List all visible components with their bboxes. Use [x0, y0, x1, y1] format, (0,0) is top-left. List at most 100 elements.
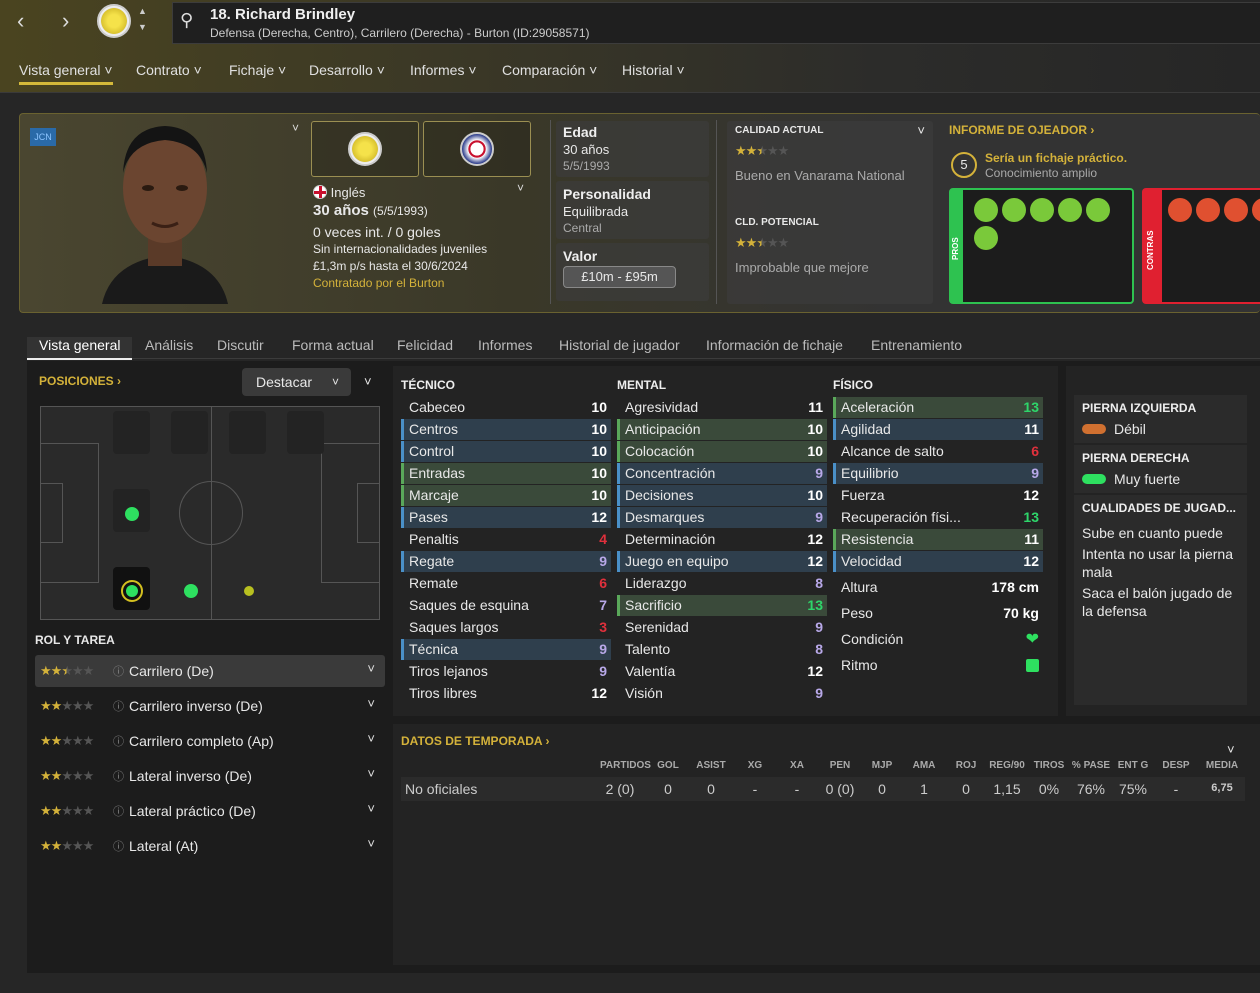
photo-menu-chevron-icon[interactable]: ˅ [292, 121, 299, 135]
role-item[interactable]: ★★★★★ ⓘ Carrilero completo (Ap) ˅ [35, 725, 385, 757]
pro-trait-icon[interactable] [974, 198, 998, 222]
position-zone[interactable] [229, 411, 266, 454]
chevron-down-icon[interactable]: ˅ [367, 661, 375, 676]
role-item[interactable]: ★★★★★ ⓘ Carrilero (De) ˅ [35, 655, 385, 687]
season-chevron-icon[interactable]: ˅ [1227, 742, 1235, 757]
con-trait-icon[interactable] [1224, 198, 1248, 222]
season-header[interactable]: MEDIA [1202, 760, 1242, 771]
value-range-pill[interactable]: £10m - £95m [563, 266, 676, 288]
tab-vista-general[interactable]: Vista general [27, 337, 133, 360]
chevron-down-icon[interactable]: ˅ [367, 731, 375, 746]
pro-trait-icon[interactable] [1002, 198, 1026, 222]
club-badge-box[interactable] [311, 121, 419, 177]
season-cell: 1,15 [993, 781, 1021, 797]
season-header[interactable]: PEN [820, 760, 860, 771]
nationality-chevron-icon[interactable]: ˅ [517, 181, 524, 195]
info-icon[interactable]: ⓘ [113, 768, 124, 784]
season-title[interactable]: DATOS DE TEMPORADA › [401, 734, 549, 748]
ability-chevron-icon[interactable]: ˅ [917, 123, 925, 138]
potential-ability-stars: ★★★★★ [735, 235, 789, 250]
attribute-row: Determinación 12 [617, 529, 827, 550]
wage-line: £1,3m p/s hasta el 30/6/2024 [313, 259, 468, 273]
season-header[interactable]: XA [777, 760, 817, 771]
chevron-down-icon[interactable]: ˅ [367, 836, 375, 851]
season-header[interactable]: PARTIDOS [600, 760, 651, 771]
con-trait-icon[interactable] [1168, 198, 1192, 222]
left-foot-value: Débil [1114, 421, 1146, 437]
position-zone[interactable] [113, 411, 150, 454]
tab-informes[interactable]: Informes [478, 337, 532, 353]
season-header[interactable]: XG [735, 760, 775, 771]
scout-report-title[interactable]: INFORME DE OJEADOR › [949, 123, 1094, 137]
attribute-name: Técnica [409, 641, 459, 657]
role-item[interactable]: ★★★★★ ⓘ Lateral inverso (De) ˅ [35, 760, 385, 792]
season-header[interactable]: % PASE [1071, 760, 1111, 771]
season-header[interactable]: ROJ [946, 760, 986, 771]
attribute-name: Equilibrio [841, 465, 899, 481]
tab-forma-actual[interactable]: Forma actual [292, 337, 374, 353]
role-item[interactable]: ★★★★★ ⓘ Carrilero inverso (De) ˅ [35, 690, 385, 722]
menu-fichaje[interactable]: Fichaje ˅ [229, 62, 286, 78]
position-dot[interactable] [184, 584, 198, 598]
attribute-row: Pases 12 [401, 507, 611, 528]
season-header[interactable]: GOL [648, 760, 688, 771]
back-arrow-icon[interactable]: ‹ [17, 8, 24, 34]
menu-historial[interactable]: Historial ˅ [622, 62, 685, 78]
info-icon[interactable]: ⓘ [113, 698, 124, 714]
season-cell: 2 (0) [605, 781, 635, 797]
con-trait-icon[interactable] [1252, 198, 1260, 222]
chevron-down-icon[interactable]: ▼ [138, 22, 147, 32]
menu-desarrollo[interactable]: Desarrollo ˅ [309, 62, 385, 78]
search-icon[interactable]: ⚲ [180, 10, 193, 31]
positions-title[interactable]: POSICIONES › [39, 374, 121, 388]
menu-vista-general[interactable]: Vista general ˅ [19, 62, 113, 85]
tab-discutir[interactable]: Discutir [217, 337, 264, 353]
tab-historial-jugador[interactable]: Historial de jugador [559, 337, 680, 353]
boot-icon [1082, 424, 1106, 434]
pro-trait-icon[interactable] [1030, 198, 1054, 222]
season-header[interactable]: ENT G [1113, 760, 1153, 771]
info-icon[interactable]: ⓘ [113, 838, 124, 854]
chevron-down-icon[interactable]: ˅ [367, 801, 375, 816]
role-item[interactable]: ★★★★★ ⓘ Lateral (At) ˅ [35, 830, 385, 862]
attribute-value: 10 [807, 487, 823, 503]
info-icon[interactable]: ⓘ [113, 803, 124, 819]
position-dot[interactable] [244, 586, 254, 596]
season-header[interactable]: MJP [862, 760, 902, 771]
season-header[interactable]: AMA [904, 760, 944, 771]
season-header[interactable]: TIROS [1029, 760, 1069, 771]
pro-trait-icon[interactable] [1086, 198, 1110, 222]
season-header[interactable]: DESP [1156, 760, 1196, 771]
position-zone[interactable] [287, 411, 324, 454]
season-cell: - [1173, 781, 1179, 797]
tab-felicidad[interactable]: Felicidad [397, 337, 453, 353]
tab-informacion-fichaje[interactable]: Información de fichaje [706, 337, 843, 353]
signed-line[interactable]: Contratado por el Burton [313, 276, 444, 290]
menu-comparacion[interactable]: Comparación ˅ [502, 62, 597, 78]
role-item[interactable]: ★★★★★ ⓘ Lateral práctico (De) ˅ [35, 795, 385, 827]
positions-chevron-icon[interactable]: ˅ [364, 374, 372, 389]
tab-analisis[interactable]: Análisis [145, 337, 193, 353]
forward-arrow-icon[interactable]: › [62, 8, 69, 34]
chevron-down-icon[interactable]: ˅ [367, 766, 375, 781]
position-zone[interactable] [171, 411, 208, 454]
menu-contrato[interactable]: Contrato ˅ [136, 62, 202, 78]
season-header[interactable]: REG/90 [987, 760, 1027, 771]
tab-entrenamiento[interactable]: Entrenamiento [871, 337, 962, 353]
natural-position-dot[interactable] [121, 580, 143, 602]
season-header[interactable]: ASIST [691, 760, 731, 771]
info-icon[interactable]: ⓘ [113, 733, 124, 749]
nation-badge-box[interactable] [423, 121, 531, 177]
chevron-up-icon[interactable]: ▲ [138, 6, 147, 16]
con-trait-icon[interactable] [1196, 198, 1220, 222]
pro-trait-icon[interactable] [974, 226, 998, 250]
position-dot[interactable] [125, 507, 139, 521]
attribute-row: Fuerza 12 [833, 485, 1043, 506]
highlight-select[interactable]: Destacar ˅ [242, 368, 351, 396]
menu-informes[interactable]: Informes ˅ [410, 62, 477, 78]
attribute-name: Anticipación [625, 421, 701, 437]
club-crest-icon[interactable] [97, 4, 131, 38]
chevron-down-icon[interactable]: ˅ [367, 696, 375, 711]
info-icon[interactable]: ⓘ [113, 663, 124, 679]
pro-trait-icon[interactable] [1058, 198, 1082, 222]
